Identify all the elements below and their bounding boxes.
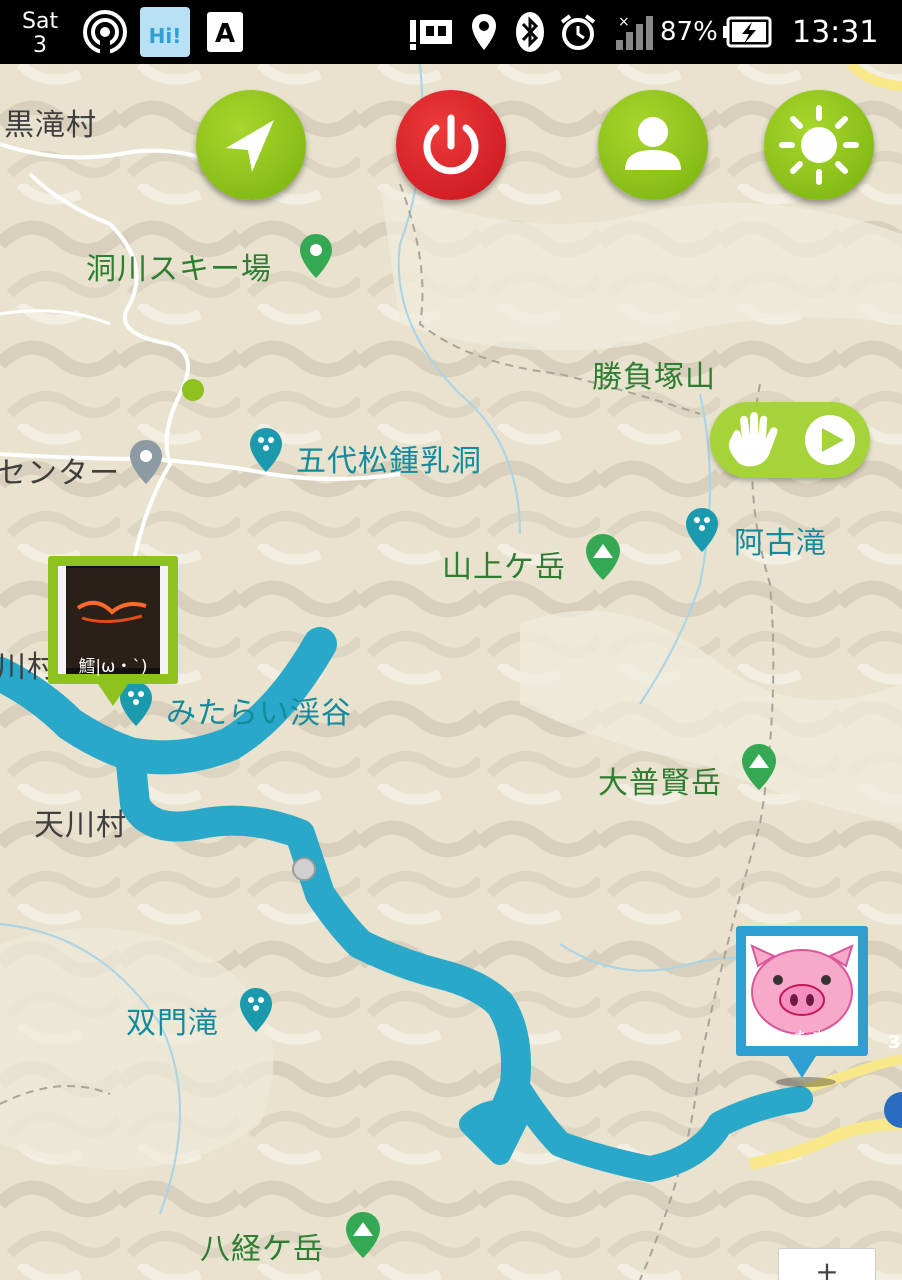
pig-marker-frame — [736, 926, 868, 1087]
day-number: 3 — [33, 33, 48, 58]
label-center: センター — [0, 456, 120, 491]
signal-icon: × — [614, 0, 656, 64]
zoom-in-button[interactable]: + — [778, 1248, 876, 1280]
route-number-label: 3 — [888, 1032, 901, 1053]
svg-text:×: × — [618, 14, 630, 30]
sun-icon — [779, 105, 859, 185]
hi-app-icon: Hi! — [138, 0, 192, 64]
attraction-pin-icon[interactable] — [684, 506, 720, 554]
label-hakkyo: 八経ケ岳 — [200, 1232, 324, 1267]
clock: 13:31 — [792, 14, 879, 50]
mountain-pin-icon[interactable] — [584, 532, 622, 582]
date-indicator: Sat 3 — [22, 2, 58, 66]
sim-alert-icon — [408, 0, 454, 64]
status-bar: Sat 3 Hi! A × 87% 13:31 — [0, 0, 902, 64]
battery-icon — [722, 0, 774, 64]
photo-marker-frame — [48, 556, 178, 706]
mountain-pin-icon[interactable] — [344, 1210, 382, 1260]
label-kurotaki: 黒滝村 — [4, 108, 97, 143]
label-godai-cave: 五代松鍾乳洞 — [296, 444, 482, 479]
label-ofugen: 大普賢岳 — [598, 766, 722, 801]
navigate-button[interactable] — [196, 90, 306, 200]
waypoint-dot — [182, 379, 204, 401]
label-akotaki: 阿古滝 — [734, 526, 827, 561]
place-pin-icon[interactable] — [128, 438, 164, 486]
svg-text:A: A — [215, 19, 235, 49]
track-point-dot — [292, 857, 316, 881]
play-icon — [805, 415, 855, 465]
hand-wave-icon — [728, 412, 778, 467]
attraction-pin-icon[interactable] — [238, 986, 274, 1034]
map-view[interactable]: 黒滝村 洞川スキー場 勝負塚山 センター 五代松鍾乳洞 阿古滝 山上ケ岳 川村 … — [0, 64, 902, 1280]
hotspot-icon — [80, 0, 130, 64]
pig-marker[interactable]: ぶったまん — [734, 926, 870, 1090]
label-tenkawa: 天川村 — [34, 808, 127, 843]
place-pin-icon[interactable] — [298, 232, 334, 280]
label-dorogawa-ski: 洞川スキー場 — [86, 252, 272, 287]
photo-marker-caption: 鱈|ω・`) — [78, 657, 148, 677]
mountain-pin-icon[interactable] — [740, 742, 778, 792]
alarm-icon — [558, 0, 598, 64]
label-somontaki: 双門滝 — [126, 1006, 219, 1041]
label-shobuzuka: 勝負塚山 — [592, 360, 716, 395]
bluetooth-icon — [514, 0, 546, 64]
navigation-arrow-icon — [226, 120, 274, 172]
profile-button[interactable] — [598, 90, 708, 200]
pig-marker-caption: ぶったまん — [759, 1029, 845, 1049]
location-icon — [470, 0, 498, 64]
brightness-button[interactable] — [764, 90, 874, 200]
photo-marker[interactable]: 鱈|ω・`) — [46, 556, 180, 716]
day-name: Sat — [22, 9, 59, 34]
attraction-pin-icon[interactable] — [248, 426, 284, 474]
power-button[interactable] — [396, 90, 506, 200]
zoom-in-label: + — [815, 1255, 839, 1280]
svg-text:Hi!: Hi! — [149, 24, 182, 48]
battery-percent: 87% — [660, 17, 718, 47]
label-mitarai: みたらい渓谷 — [166, 696, 352, 731]
a-app-icon: A — [205, 0, 245, 64]
person-icon — [625, 117, 681, 170]
hi-wave-play-button[interactable] — [710, 402, 870, 478]
power-icon — [423, 114, 479, 175]
pig-avatar-icon — [750, 944, 854, 1035]
label-sanjogatake: 山上ケ岳 — [442, 550, 566, 585]
